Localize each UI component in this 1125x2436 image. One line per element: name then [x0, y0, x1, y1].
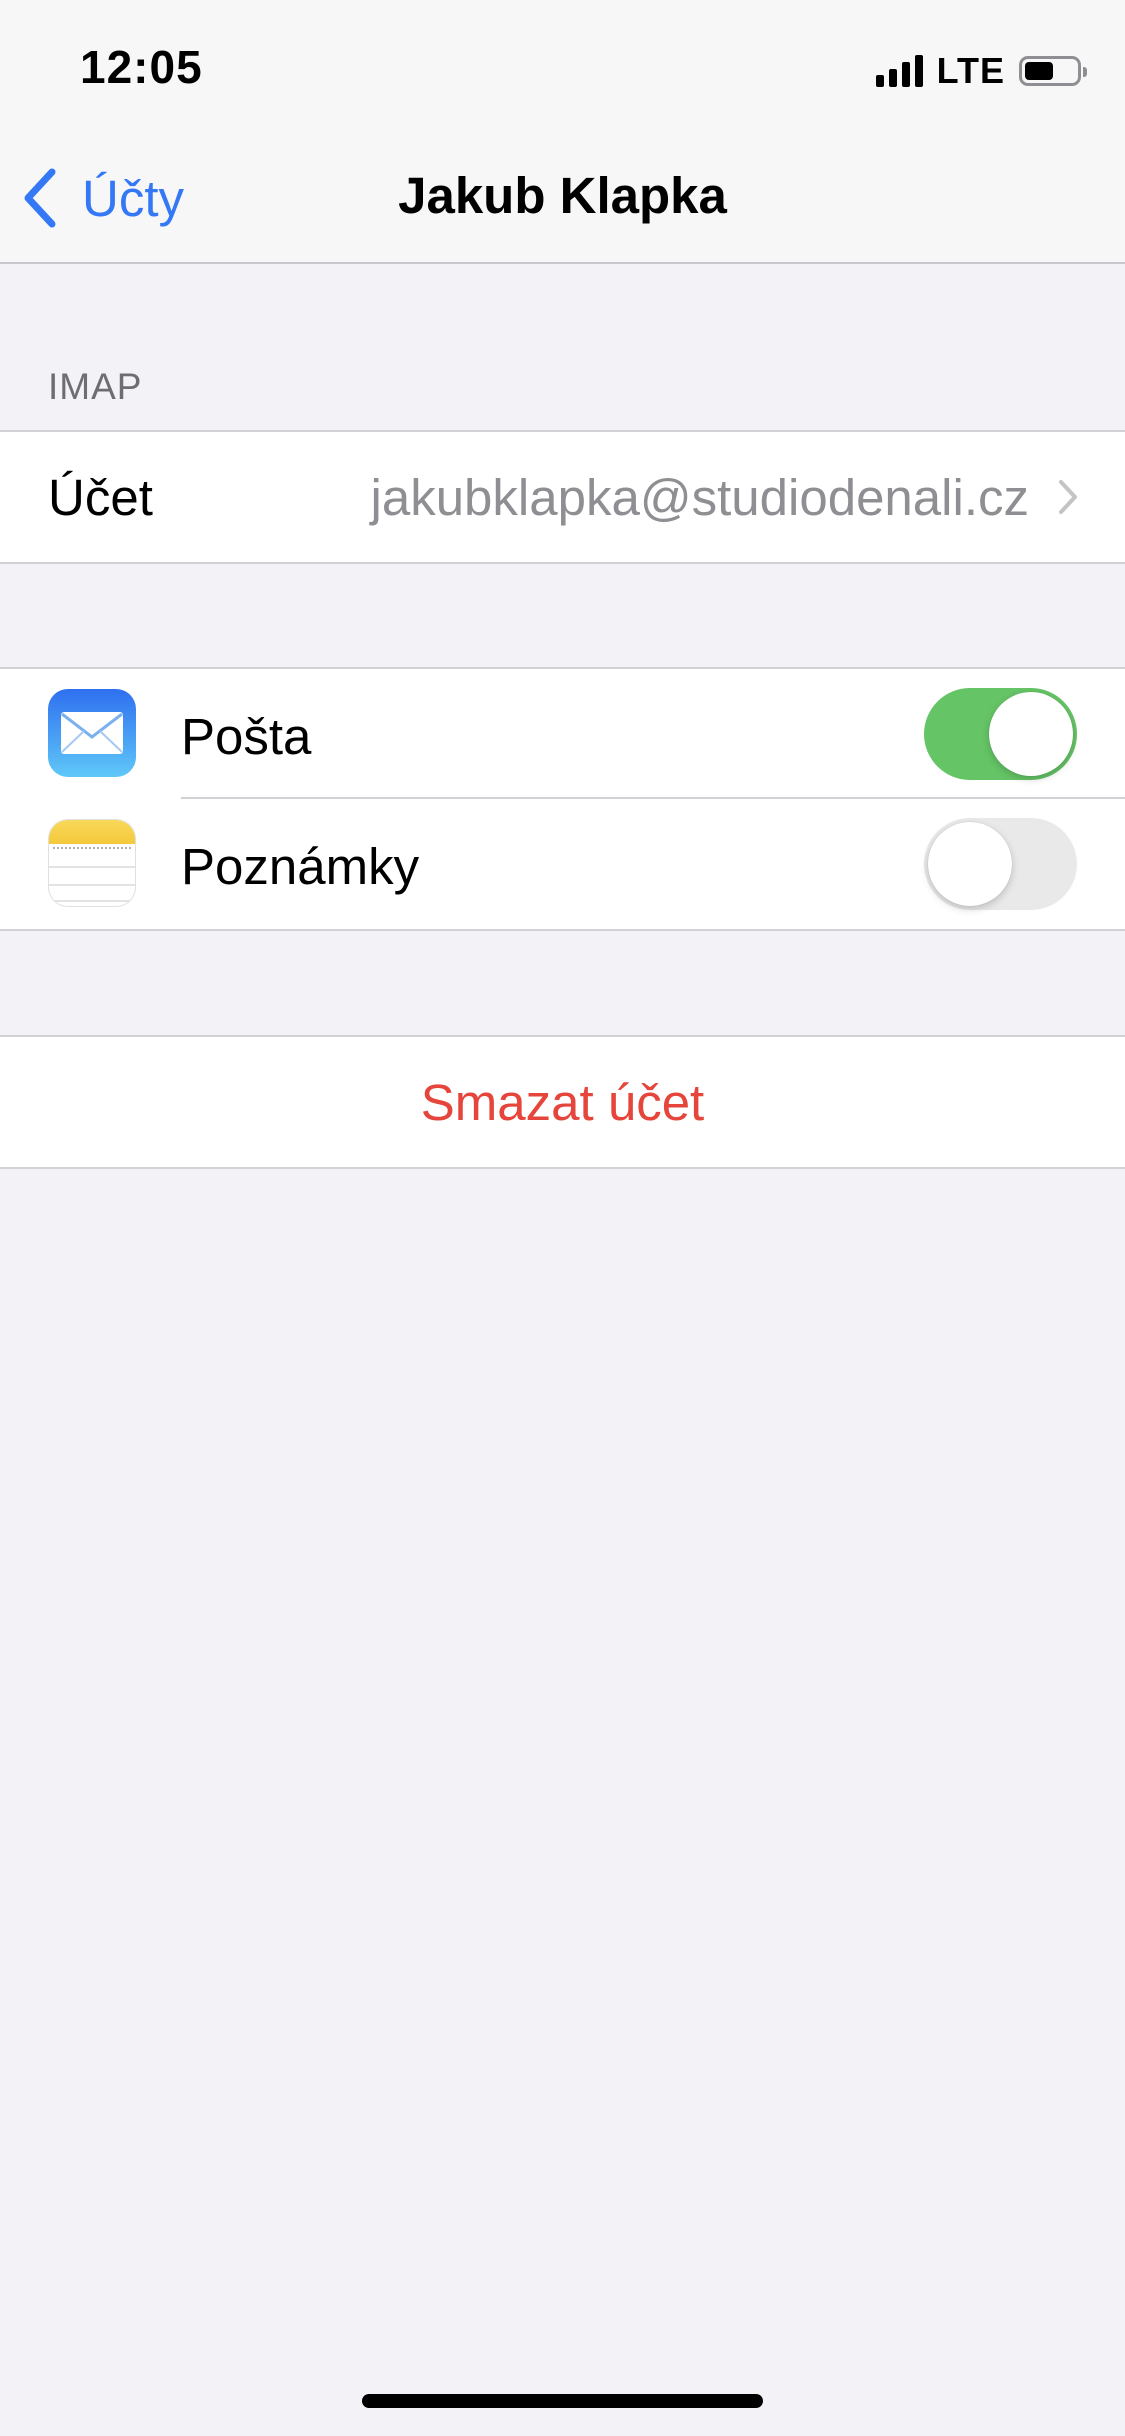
mail-icon — [48, 689, 136, 777]
account-row[interactable]: Účet jakubklapka@studiodenali.cz — [0, 432, 1125, 562]
app-label-mail: Pošta — [181, 708, 312, 765]
app-row-notes: Poznámky — [0, 799, 1125, 929]
network-type: LTE — [936, 50, 1005, 91]
battery-cap — [1083, 67, 1087, 77]
status-bar: 12:05 LTE — [0, 0, 1125, 132]
notes-icon — [48, 819, 136, 907]
navigation-bar: Účty Jakub Klapka — [0, 132, 1125, 264]
account-email: jakubklapka@studiodenali.cz — [370, 468, 1030, 526]
mail-toggle[interactable] — [924, 688, 1077, 780]
battery-level — [1025, 62, 1053, 80]
home-indicator — [362, 2394, 763, 2408]
chevron-right-icon — [1057, 477, 1081, 517]
apps-group: Pošta Poznámky — [0, 667, 1125, 931]
delete-account-button[interactable]: Smazat účet — [0, 1037, 1125, 1167]
account-group: Účet jakubklapka@studiodenali.cz — [0, 430, 1125, 564]
delete-account-label: Smazat účet — [420, 1073, 705, 1131]
status-indicators: LTE — [875, 50, 1087, 92]
toggle-knob — [928, 822, 1012, 906]
battery-icon — [1019, 56, 1087, 86]
delete-group: Smazat účet — [0, 1035, 1125, 1169]
status-time: 12:05 — [80, 41, 203, 93]
account-label: Účet — [48, 468, 153, 526]
notes-toggle[interactable] — [924, 818, 1077, 910]
toggle-knob — [989, 692, 1073, 776]
section-header-imap: IMAP — [48, 366, 143, 407]
page-title: Jakub Klapka — [398, 167, 727, 224]
app-label-notes: Poznámky — [181, 838, 420, 895]
app-row-mail: Pošta — [0, 669, 1125, 799]
cellular-signal-icon — [875, 55, 923, 87]
